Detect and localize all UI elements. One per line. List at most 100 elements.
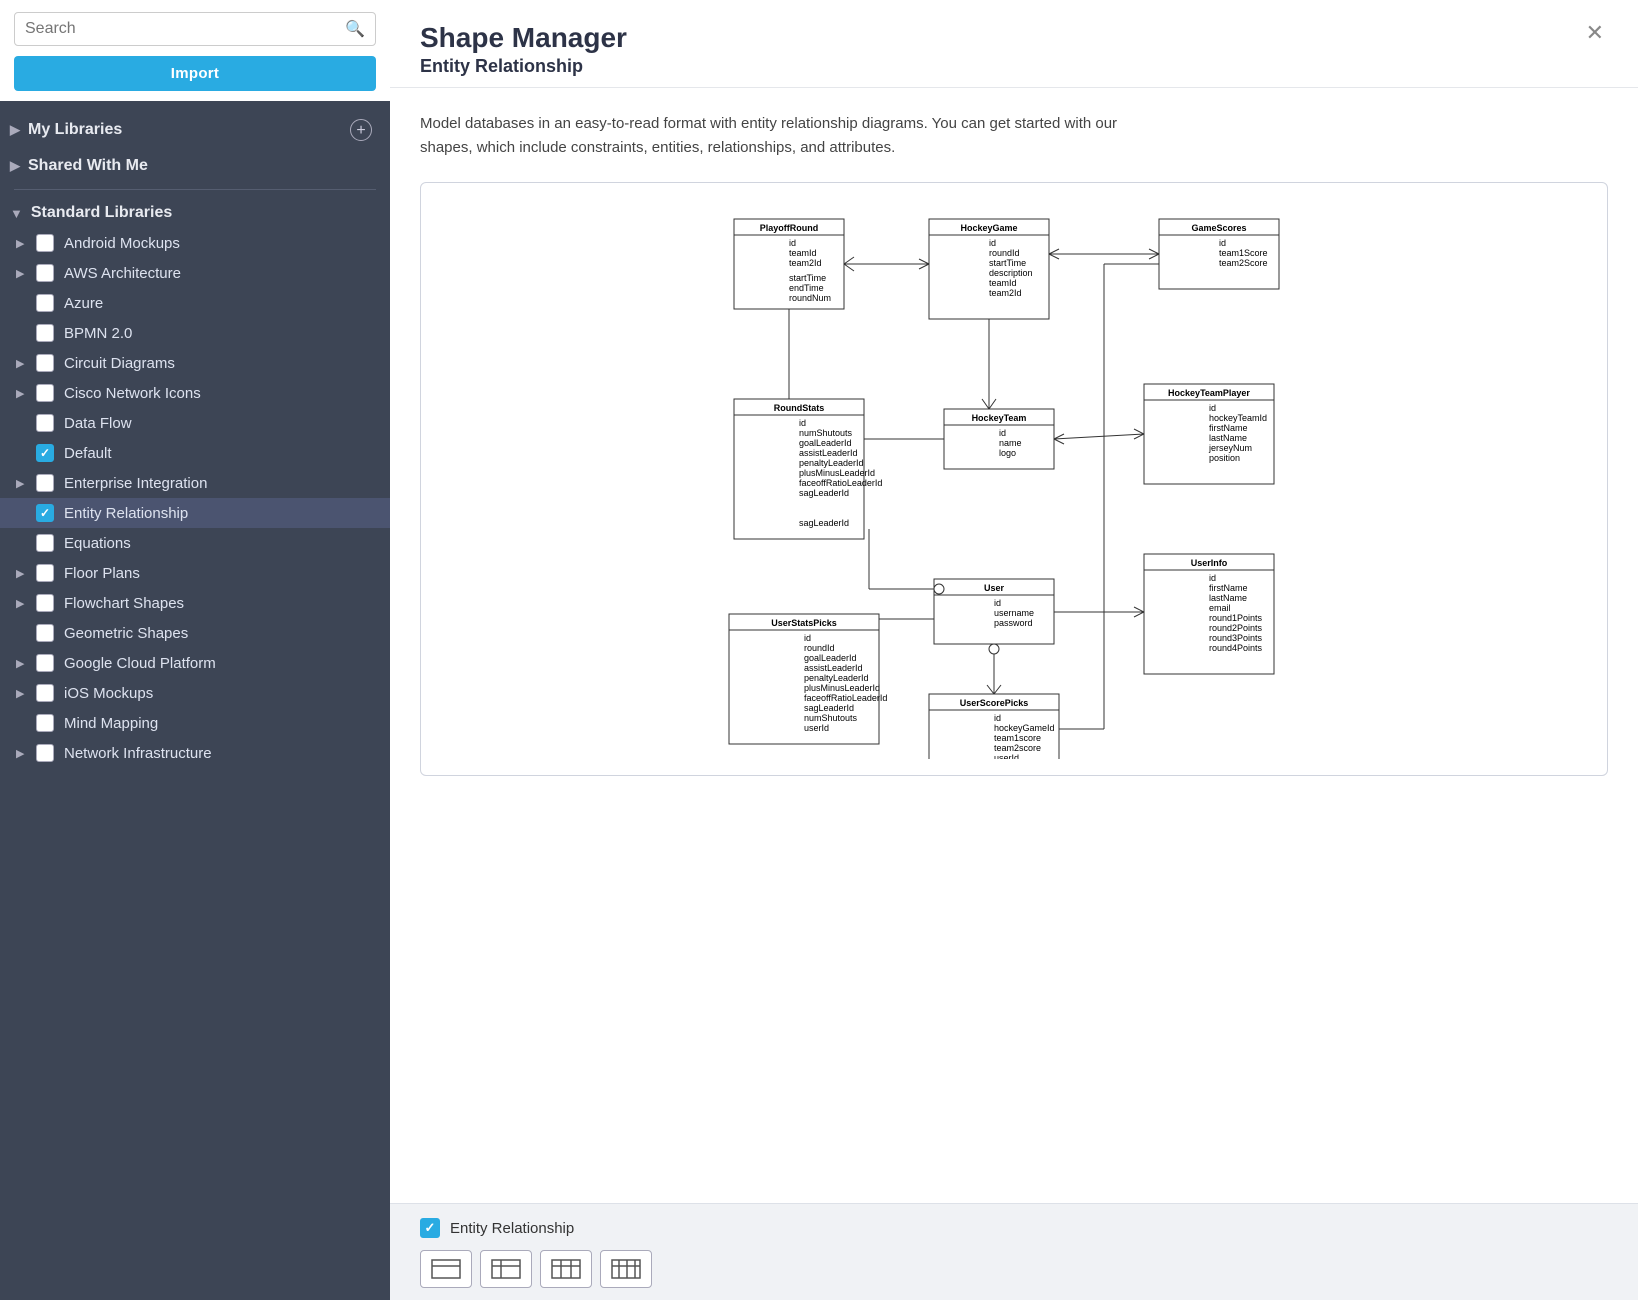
svg-text:penaltyLeaderId: penaltyLeaderId — [799, 458, 864, 468]
svg-text:HockeyTeamPlayer: HockeyTeamPlayer — [1168, 388, 1250, 398]
data-flow-checkbox[interactable] — [36, 414, 54, 432]
shared-with-me-label: Shared With Me — [28, 157, 148, 175]
svg-text:name: name — [999, 438, 1022, 448]
svg-text:endTime: endTime — [789, 283, 824, 293]
aws-architecture-arrow: ▶ — [16, 267, 28, 280]
search-input[interactable] — [25, 20, 345, 38]
sidebar-item-network-infrastructure[interactable]: ▶Network Infrastructure — [0, 738, 390, 768]
preview-box: PlayoffRound id teamId team2Id startTime… — [420, 182, 1608, 776]
android-mockups-checkbox[interactable] — [36, 234, 54, 252]
shape-icon-4[interactable] — [600, 1250, 652, 1288]
svg-text:userId: userId — [994, 753, 1019, 759]
sidebar-item-google-cloud-platform[interactable]: ▶Google Cloud Platform — [0, 648, 390, 678]
svg-text:email: email — [1209, 603, 1231, 613]
svg-text:userId: userId — [804, 723, 829, 733]
svg-text:hockeyTeamId: hockeyTeamId — [1209, 413, 1267, 423]
sidebar-item-azure[interactable]: Azure — [0, 288, 390, 318]
close-button[interactable]: ✕ — [1582, 22, 1608, 44]
flowchart-shapes-checkbox[interactable] — [36, 594, 54, 612]
svg-text:team2Id: team2Id — [789, 258, 822, 268]
aws-architecture-checkbox[interactable] — [36, 264, 54, 282]
sidebar-item-flowchart-shapes[interactable]: ▶Flowchart Shapes — [0, 588, 390, 618]
sidebar-item-mind-mapping[interactable]: Mind Mapping — [0, 708, 390, 738]
svg-text:id: id — [1219, 238, 1226, 248]
enterprise-integration-checkbox[interactable] — [36, 474, 54, 492]
bpmn-20-checkbox[interactable] — [36, 324, 54, 342]
shared-arrow: ▶ — [10, 158, 20, 174]
sidebar-item-default[interactable]: Default — [0, 438, 390, 468]
svg-text:HockeyTeam: HockeyTeam — [972, 413, 1027, 423]
sidebar-item-enterprise-integration[interactable]: ▶Enterprise Integration — [0, 468, 390, 498]
cisco-network-icons-checkbox[interactable] — [36, 384, 54, 402]
main-subtitle: Entity Relationship — [420, 56, 1582, 77]
svg-text:firstName: firstName — [1209, 583, 1248, 593]
my-libraries-section[interactable]: ▶ My Libraries + — [0, 111, 390, 149]
standard-libraries-header[interactable]: ▼ Standard Libraries — [0, 196, 390, 228]
circuit-diagrams-checkbox[interactable] — [36, 354, 54, 372]
network-infrastructure-checkbox[interactable] — [36, 744, 54, 762]
my-libraries-label: My Libraries — [28, 121, 122, 139]
main-title: Shape Manager — [420, 22, 1582, 54]
circuit-diagrams-label: Circuit Diagrams — [64, 355, 175, 372]
network-infrastructure-label: Network Infrastructure — [64, 745, 212, 762]
std-lib-arrow: ▼ — [10, 206, 23, 221]
entity-relationship-checkbox[interactable] — [36, 504, 54, 522]
sidebar-item-ios-mockups[interactable]: ▶iOS Mockups — [0, 678, 390, 708]
entity-relationship-label: Entity Relationship — [64, 505, 188, 522]
shared-with-me-section[interactable]: ▶ Shared With Me — [0, 149, 390, 183]
azure-label: Azure — [64, 295, 103, 312]
sidebar-item-android-mockups[interactable]: ▶Android Mockups — [0, 228, 390, 258]
android-mockups-label: Android Mockups — [64, 235, 180, 252]
svg-text:GameScores: GameScores — [1191, 223, 1246, 233]
svg-text:id: id — [1209, 573, 1216, 583]
shape-icon-1[interactable] — [420, 1250, 472, 1288]
svg-text:team1Score: team1Score — [1219, 248, 1268, 258]
shape-icon-3[interactable] — [540, 1250, 592, 1288]
sidebar-item-floor-plans[interactable]: ▶Floor Plans — [0, 558, 390, 588]
svg-text:UserInfo: UserInfo — [1191, 558, 1228, 568]
default-checkbox[interactable] — [36, 444, 54, 462]
svg-text:description: description — [989, 268, 1033, 278]
divider — [14, 189, 376, 190]
footer-checkbox-row: Entity Relationship — [420, 1218, 1608, 1238]
svg-text:id: id — [799, 418, 806, 428]
google-cloud-platform-label: Google Cloud Platform — [64, 655, 216, 672]
sidebar-item-cisco-network-icons[interactable]: ▶Cisco Network Icons — [0, 378, 390, 408]
sidebar-item-equations[interactable]: Equations — [0, 528, 390, 558]
sidebar-item-geometric-shapes[interactable]: Geometric Shapes — [0, 618, 390, 648]
geometric-shapes-checkbox[interactable] — [36, 624, 54, 642]
shape-icon-2[interactable] — [480, 1250, 532, 1288]
sidebar-item-circuit-diagrams[interactable]: ▶ Circuit Diagrams — [0, 348, 390, 378]
svg-text:assistLeaderId: assistLeaderId — [804, 663, 863, 673]
svg-text:id: id — [804, 633, 811, 643]
ios-mockups-checkbox[interactable] — [36, 684, 54, 702]
cisco-network-icons-arrow: ▶ — [16, 387, 28, 400]
floor-plans-checkbox[interactable] — [36, 564, 54, 582]
svg-text:id: id — [994, 598, 1001, 608]
equations-checkbox[interactable] — [36, 534, 54, 552]
add-library-button[interactable]: + — [350, 119, 372, 141]
svg-text:User: User — [984, 583, 1005, 593]
circuit-diagrams-arrow: ▶ — [16, 357, 28, 370]
svg-text:hockeyGameId: hockeyGameId — [994, 723, 1055, 733]
standard-libraries-label: Standard Libraries — [31, 204, 172, 222]
sidebar-item-aws-architecture[interactable]: ▶ AWS Architecture — [0, 258, 390, 288]
svg-text:position: position — [1209, 453, 1240, 463]
footer-entity-checkbox[interactable] — [420, 1218, 440, 1238]
svg-text:UserStatsPicks: UserStatsPicks — [771, 618, 837, 628]
equations-label: Equations — [64, 535, 131, 552]
ios-mockups-arrow: ▶ — [16, 687, 28, 700]
google-cloud-platform-checkbox[interactable] — [36, 654, 54, 672]
svg-text:team2Score: team2Score — [1219, 258, 1268, 268]
footer-checkbox-label: Entity Relationship — [450, 1220, 574, 1237]
azure-checkbox[interactable] — [36, 294, 54, 312]
import-button[interactable]: Import — [14, 56, 376, 91]
sidebar-item-data-flow[interactable]: Data Flow — [0, 408, 390, 438]
footer-bar: Entity Relationship — [390, 1203, 1638, 1300]
aws-architecture-label: AWS Architecture — [64, 265, 181, 282]
svg-text:team1score: team1score — [994, 733, 1041, 743]
sidebar-item-entity-relationship[interactable]: Entity Relationship — [0, 498, 390, 528]
mind-mapping-checkbox[interactable] — [36, 714, 54, 732]
svg-text:round3Points: round3Points — [1209, 633, 1263, 643]
sidebar-item-bpmn-20[interactable]: BPMN 2.0 — [0, 318, 390, 348]
